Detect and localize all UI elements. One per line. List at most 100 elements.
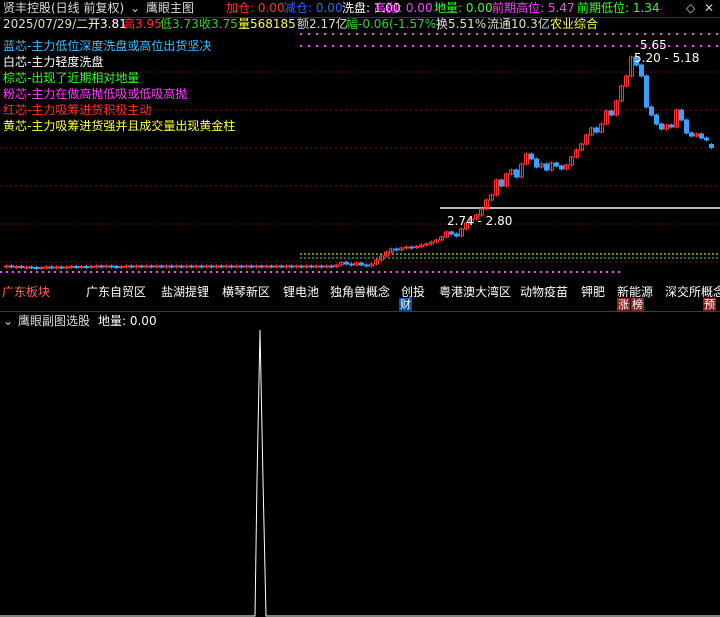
candle <box>514 169 519 178</box>
candle <box>409 246 414 249</box>
candle <box>529 153 534 160</box>
sub-indicator-name[interactable]: 鹰眼副图选股 <box>18 314 90 329</box>
candle <box>284 265 289 268</box>
candle <box>704 137 709 141</box>
candle <box>279 265 284 268</box>
concept-tag[interactable]: 动物疫苗 <box>520 285 568 300</box>
candle <box>199 265 204 268</box>
candle <box>239 265 244 268</box>
candle <box>424 243 429 246</box>
candle <box>174 265 179 268</box>
candle <box>29 266 34 269</box>
concept-tags: 广东板块 广东自贸区 盐湖提锂 横琴新区 锂电池 独角兽概念 创投 粤港澳大湾区… <box>0 283 720 313</box>
limit-up-badge[interactable]: 涨 <box>617 298 630 311</box>
concept-tag[interactable]: 钾肥 <box>581 285 605 300</box>
sub-chart[interactable] <box>0 330 720 617</box>
candle <box>499 179 504 187</box>
candle <box>404 246 409 249</box>
candle <box>544 163 549 171</box>
candle <box>49 266 54 269</box>
indicator-gaopao: 高抛: 0.00 <box>374 1 433 15</box>
candle <box>669 124 674 128</box>
candle <box>149 265 154 268</box>
legend-blue-core: 蓝芯-主力低位深度洗盘或高位出货坚决 <box>3 39 212 53</box>
quote-change: 幅-0.06(-1.57%) <box>346 17 441 31</box>
candle <box>264 265 269 268</box>
candle <box>304 265 309 268</box>
candle <box>9 265 14 268</box>
candle <box>234 265 239 268</box>
candle <box>324 265 329 268</box>
candle <box>654 114 659 125</box>
main-indicator-name[interactable]: 鹰眼主图 <box>146 1 194 16</box>
candle <box>349 263 354 266</box>
candle <box>219 265 224 268</box>
concept-tag[interactable]: 广东板块 <box>2 285 50 300</box>
candle <box>19 266 24 268</box>
candle <box>154 265 159 268</box>
candle <box>169 265 174 268</box>
sub-indicator-value: 地量: 0.00 <box>98 314 157 328</box>
quote-open: 开3.81 <box>88 17 127 31</box>
rank-badge[interactable]: 榜 <box>631 298 644 311</box>
candle <box>259 265 264 268</box>
candle <box>659 123 664 130</box>
candle <box>534 158 539 168</box>
quote-industry: 农业综合 <box>550 17 599 31</box>
legend-white-core: 白芯-主力轻度洗盘 <box>3 55 104 69</box>
quote-volume: 量568185 <box>238 17 296 31</box>
candle <box>144 265 149 268</box>
candle <box>189 265 194 268</box>
candle <box>554 162 559 167</box>
candle <box>229 265 234 268</box>
candle <box>84 266 89 268</box>
candle <box>139 265 144 268</box>
candle <box>54 266 59 269</box>
candle <box>454 233 459 237</box>
quote-high: 高3.95 <box>123 17 162 31</box>
concept-tag[interactable]: 盐湖提锂 <box>161 285 209 300</box>
candle <box>4 265 9 268</box>
concept-tag[interactable]: 横琴新区 <box>222 285 270 300</box>
candle <box>609 110 614 116</box>
concept-tag[interactable]: 锂电池 <box>283 285 319 300</box>
chevron-down-circle-icon[interactable]: ⌄ <box>3 314 13 329</box>
candle <box>94 265 99 268</box>
candle <box>274 265 279 268</box>
candle <box>449 231 454 235</box>
candle <box>294 265 299 268</box>
candle <box>44 266 49 269</box>
diamond-icon[interactable]: ◇ <box>686 1 695 16</box>
concept-tag[interactable]: 广东自贸区 <box>86 285 146 300</box>
concept-tag[interactable]: 独角兽概念 <box>330 285 390 300</box>
candle <box>699 133 704 139</box>
stock-title[interactable]: 贤丰控股(日线 前复权) <box>3 1 124 16</box>
forecast-badge[interactable]: 预 <box>703 298 716 311</box>
candle <box>79 266 84 268</box>
candle <box>214 265 219 268</box>
chevron-down-circle-icon[interactable]: ⌄ <box>130 1 140 16</box>
candle <box>164 265 169 268</box>
close-icon[interactable]: ✕ <box>704 1 714 16</box>
candle <box>119 266 124 268</box>
candle <box>209 265 214 268</box>
candle <box>289 265 294 268</box>
candle <box>329 265 334 268</box>
finance-badge[interactable]: 财 <box>399 298 412 311</box>
candle <box>249 265 254 268</box>
quote-amount: 额2.17亿 <box>297 17 348 31</box>
concept-tag[interactable]: 粤港澳大湾区 <box>439 285 511 300</box>
candle <box>689 132 694 137</box>
candle <box>414 246 419 248</box>
indicator-diliang: 地量: 0.00 <box>434 1 493 15</box>
quote-close: 收3.75 <box>199 17 238 31</box>
candle <box>269 265 274 268</box>
candle <box>64 266 69 269</box>
candle <box>224 265 229 268</box>
legend-pink-core: 粉芯-主力在做高抛低吸或低吸高抛 <box>3 87 188 101</box>
candle <box>309 265 314 268</box>
candle <box>14 266 19 268</box>
candle <box>394 248 399 251</box>
quote-turnover: 换5.51% <box>436 17 487 31</box>
candle <box>684 119 689 134</box>
